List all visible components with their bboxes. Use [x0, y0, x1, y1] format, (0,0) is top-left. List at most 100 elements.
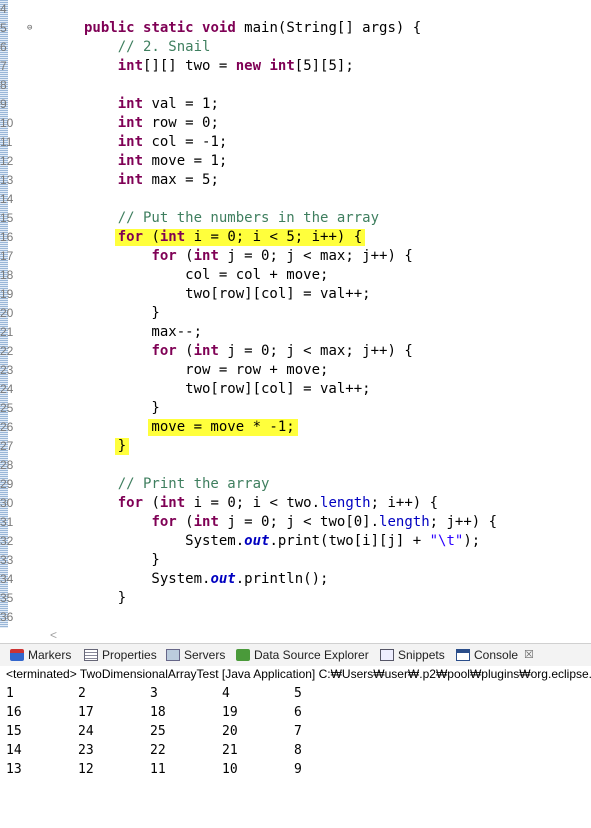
code-line[interactable]: max--; — [84, 323, 202, 342]
scroll-left-icon[interactable]: < — [50, 628, 57, 642]
code-line[interactable]: row = row + move; — [84, 361, 328, 380]
horizontal-scrollbar[interactable]: < — [50, 628, 591, 643]
code-line[interactable]: } — [84, 399, 159, 418]
code-line[interactable]: for (int j = 0; j < max; j++) { — [84, 342, 412, 361]
line-number: 14 — [0, 192, 14, 206]
line-number: 15 — [0, 211, 14, 225]
console-output-value: 2 — [78, 686, 86, 701]
console-output-value: 3 — [150, 686, 158, 701]
line-number: 12 — [0, 154, 14, 168]
code-line[interactable]: // 2. Snail — [84, 38, 211, 57]
line-number: 29 — [0, 477, 14, 491]
console-output-value: 5 — [294, 686, 302, 701]
console-output-value: 9 — [294, 762, 302, 777]
console-output-value: 25 — [150, 724, 166, 739]
code-line[interactable]: // Put the numbers in the array — [84, 209, 379, 228]
data-source-icon — [236, 649, 250, 661]
tab-properties-label: Properties — [102, 648, 157, 662]
fold-collapse-icon[interactable]: ⊖ — [27, 19, 32, 38]
code-line[interactable]: move = move * -1; — [84, 418, 294, 437]
line-number: 22 — [0, 344, 14, 358]
console-output-value: 18 — [150, 705, 166, 720]
code-editor[interactable]: 4 5 6 7 8 9 10 11 12 13 14 15 16 17 18 19 20 21 22 23 24 25 26… — [0, 0, 591, 628]
code-line[interactable]: int max = 5; — [84, 171, 219, 190]
line-number: 16 — [0, 230, 14, 244]
console-output-value: 17 — [78, 705, 94, 720]
line-number: 31 — [0, 515, 14, 529]
console-output-value: 20 — [222, 724, 238, 739]
tab-servers[interactable]: Servers — [166, 644, 225, 666]
line-number: 28 — [0, 458, 14, 472]
code-line[interactable]: } — [84, 437, 126, 456]
tab-markers[interactable]: Markers — [10, 644, 71, 666]
code-line[interactable]: System.out.print(two[i][j] + "\t"); — [84, 532, 480, 551]
line-number: 7 — [0, 59, 7, 73]
markers-icon — [10, 649, 24, 661]
line-number: 5 — [0, 21, 7, 35]
console-output-value: 24 — [78, 724, 94, 739]
snippets-icon — [380, 649, 394, 661]
console-output-value: 8 — [294, 743, 302, 758]
line-number: 36 — [0, 610, 14, 624]
console-output-value: 10 — [222, 762, 238, 777]
line-number: 20 — [0, 306, 14, 320]
tab-properties[interactable]: Properties — [84, 644, 157, 666]
line-number: 11 — [0, 135, 13, 149]
line-number: 24 — [0, 382, 14, 396]
console-output-value: 23 — [78, 743, 94, 758]
line-number: 21 — [0, 325, 14, 339]
line-number: 30 — [0, 496, 14, 510]
views-tab-bar: Markers Properties Servers Data Source E… — [0, 643, 591, 666]
console-output-value: 22 — [150, 743, 166, 758]
line-number: 17 — [0, 249, 14, 263]
line-number: 10 — [0, 116, 14, 130]
console-output-value: 21 — [222, 743, 238, 758]
servers-icon — [166, 649, 180, 661]
line-number: 35 — [0, 591, 14, 605]
line-number: 26 — [0, 420, 14, 434]
code-line[interactable]: for (int i = 0; i < 5; i++) { — [84, 228, 362, 247]
code-line[interactable]: int val = 1; — [84, 95, 219, 114]
line-number: 4 — [0, 2, 7, 16]
console-output-value: 12 — [78, 762, 94, 777]
line-number: 18 — [0, 268, 14, 282]
code-line[interactable]: public static void main(String[] args) { — [84, 19, 421, 38]
line-number: 32 — [0, 534, 14, 548]
code-line[interactable]: int col = -1; — [84, 133, 228, 152]
console-output-value: 4 — [222, 686, 230, 701]
code-line[interactable]: int move = 1; — [84, 152, 228, 171]
console-status-line: <terminated> TwoDimensionalArrayTest [Ja… — [6, 667, 591, 681]
line-number: 6 — [0, 40, 7, 54]
console-output-value: 19 — [222, 705, 238, 720]
code-line[interactable]: } — [84, 304, 159, 323]
code-line[interactable]: int row = 0; — [84, 114, 219, 133]
code-line[interactable]: System.out.println(); — [84, 570, 328, 589]
code-line[interactable]: } — [84, 589, 126, 608]
code-line[interactable]: // Print the array — [84, 475, 270, 494]
line-number: 25 — [0, 401, 14, 415]
console-output[interactable]: 1 2 3 4 5 16 17 18 19 6 15 24 25 20 7 14 23 22 21 8 13 12 11 10… — [0, 684, 591, 828]
properties-icon — [84, 649, 98, 661]
code-line[interactable]: col = col + move; — [84, 266, 328, 285]
tab-snippets[interactable]: Snippets — [380, 644, 445, 666]
close-icon[interactable]: ☒ — [524, 644, 534, 666]
code-line[interactable]: for (int j = 0; j < max; j++) { — [84, 247, 412, 266]
line-number-gutter: 4 5 6 7 8 9 10 11 12 13 14 15 16 17 18 19 20 21 22 23 24 25 26… — [0, 0, 32, 628]
code-line[interactable]: two[row][col] = val++; — [84, 285, 370, 304]
code-line[interactable]: for (int i = 0; i < two.length; i++) { — [84, 494, 438, 513]
tab-markers-label: Markers — [28, 648, 72, 662]
console-output-value: 1 — [6, 686, 14, 701]
code-line[interactable]: two[row][col] = val++; — [84, 380, 370, 399]
tab-data-source-explorer[interactable]: Data Source Explorer — [236, 644, 369, 666]
line-number: 27 — [0, 439, 14, 453]
code-line[interactable]: } — [84, 551, 159, 570]
line-number: 33 — [0, 553, 14, 567]
tab-console-label: Console — [474, 648, 519, 662]
code-line[interactable]: int[][] two = new int[5][5]; — [84, 57, 354, 76]
tab-console[interactable]: Console ☒ — [456, 644, 534, 666]
tab-data-source-label: Data Source Explorer — [254, 648, 369, 662]
line-number: 9 — [0, 97, 7, 111]
console-output-value: 11 — [150, 762, 166, 777]
console-output-value: 13 — [6, 762, 22, 777]
code-line[interactable]: for (int j = 0; j < two[0].length; j++) … — [84, 513, 497, 532]
